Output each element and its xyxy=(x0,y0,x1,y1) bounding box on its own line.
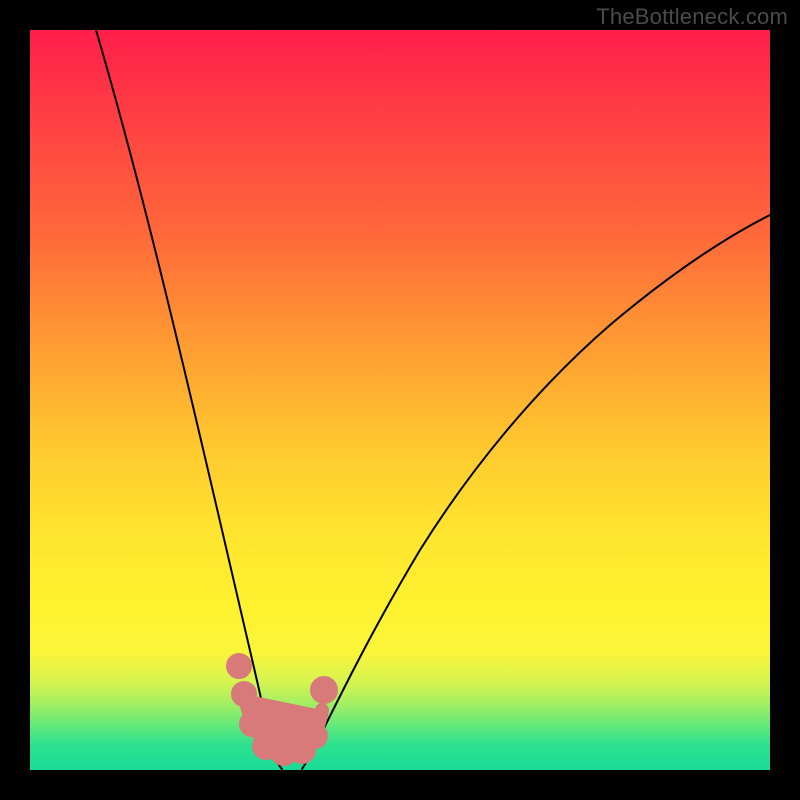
plot-area xyxy=(30,30,770,770)
bottleneck-curve-right xyxy=(302,215,770,769)
chart-stage: TheBottleneck.com xyxy=(0,0,800,800)
watermark-text: TheBottleneck.com xyxy=(596,4,788,30)
highlight-cluster xyxy=(233,660,331,759)
curve-layer xyxy=(30,30,770,770)
bottleneck-curve-left xyxy=(96,30,282,769)
